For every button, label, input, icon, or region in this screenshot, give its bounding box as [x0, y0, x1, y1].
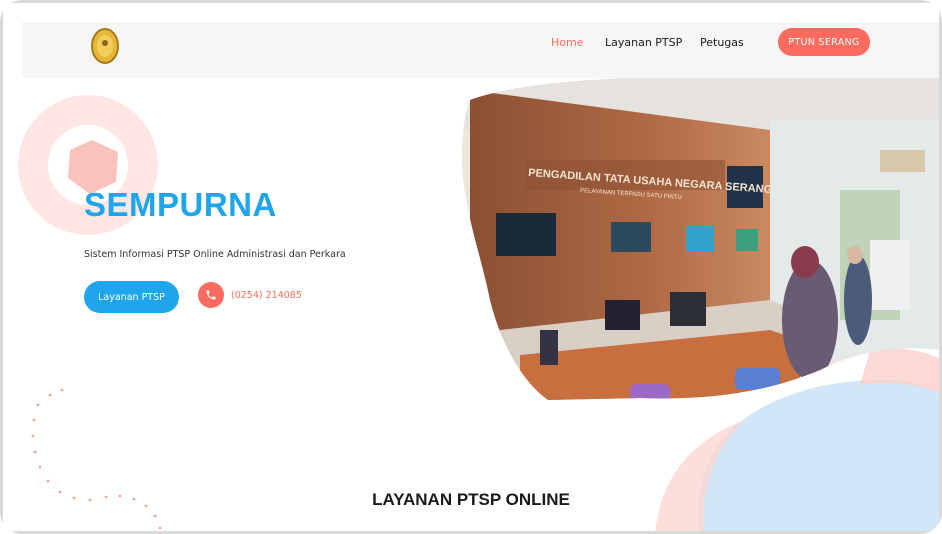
page: PENGADILAN TATA USAHA NEGARA SERANG PELA… [0, 0, 942, 534]
main-navigation: Home Layanan PTSP Petugas PTUN SERANG [22, 22, 942, 78]
phone-icon[interactable] [198, 282, 224, 308]
nav-layanan-ptsp[interactable]: Layanan PTSP [605, 36, 682, 49]
hero-title: SEMPURNA [84, 186, 277, 223]
hero-image: PENGADILAN TATA USAHA NEGARA SERANG PELA… [461, 76, 942, 400]
top-navbar: Home Layanan PTSP Petugas PTUN SERANG [22, 22, 942, 78]
section-title: LAYANAN PTSP ONLINE [372, 490, 570, 509]
nav-petugas[interactable]: Petugas [700, 36, 744, 49]
phone-number[interactable]: (0254) 214085 [231, 290, 302, 301]
layanan-ptsp-button[interactable]: Layanan PTSP [84, 281, 179, 313]
ptun-serang-button[interactable]: PTUN SERANG [778, 28, 870, 56]
phone-glyph-icon [206, 290, 216, 300]
nav-home[interactable]: Home [551, 36, 583, 49]
hero-subtitle: Sistem Informasi PTSP Online Administras… [84, 249, 346, 260]
